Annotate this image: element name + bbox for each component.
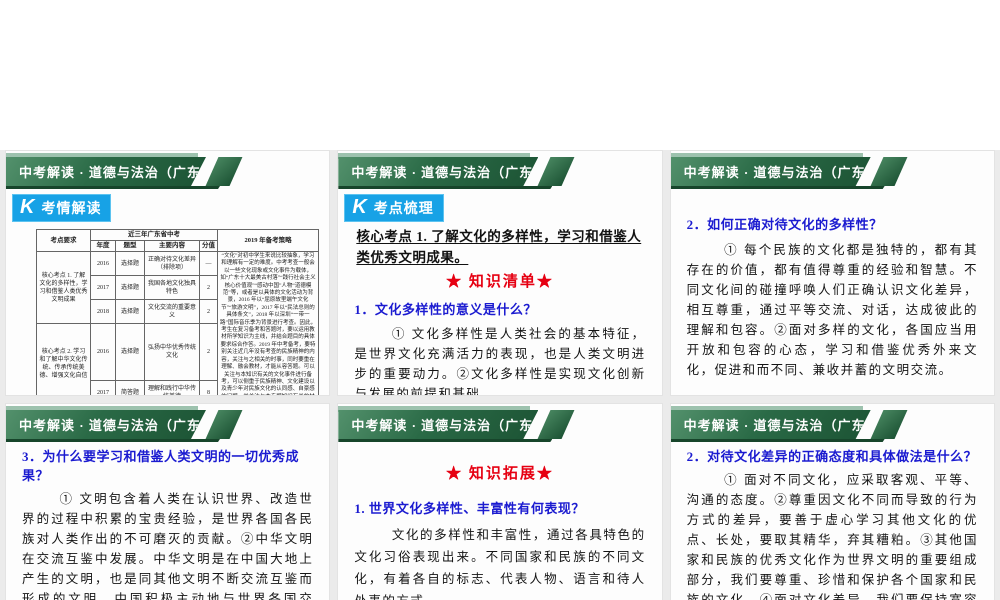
question-title: 2．对待文化差异的正确态度和具体做法是什么？ (686, 449, 978, 464)
banner-shadow (338, 186, 552, 189)
slide-panel-3[interactable]: 中考解读 · 道德与法治（广东专版） 2．如何正确对待文化的多样性？ ① 每个民… (669, 150, 995, 396)
content-cell: 我国各地文化独具特色 (144, 275, 200, 300)
slide-panel-2[interactable]: 中考解读 · 道德与法治（广东专版） K 考点梳理 核心考点 1. 了解文化的多… (337, 150, 663, 396)
year-cell: 2017 (90, 380, 116, 395)
question-body: ① 文化多样性是人类社会的基本特征，是世界文化充满活力的表现，也是人类文明进步的… (354, 327, 646, 396)
slide-panel-1[interactable]: 中考解读 · 道德与法治（广东专版） K 考情解读 考点要求 近三年广东省中考 … (5, 150, 331, 396)
score-cell: — (199, 251, 218, 276)
banner-tail (537, 157, 575, 186)
col-header-score: 分值 (199, 240, 218, 252)
slide-header-banner: 中考解读 · 道德与法治（广东专版） (6, 406, 246, 442)
banner-tail (870, 157, 908, 186)
banner-shadow (338, 439, 552, 442)
question-title: 1．文化多样性的意义是什么？ (354, 302, 537, 317)
banner-shadow (6, 186, 220, 189)
core-point-heading: 核心考点 1. 了解文化的多样性，学习和借鉴人类优秀文明成果。 (356, 229, 642, 265)
group-cell-1: 核心考点 1. 了解文化的多样性，学习和借鉴人类优秀文明成果 (36, 251, 91, 324)
badge-k-letter: K (20, 196, 35, 218)
question-title: 1. 世界文化多样性、丰富性有何表现？ (354, 501, 585, 516)
table-row: 核心考点 1. 了解文化的多样性，学习和借鉴人类优秀文明成果 2016 选择题 … (36, 250, 319, 395)
score-cell: 2 (199, 322, 218, 382)
banner-tail (205, 157, 243, 186)
badge-label: 考情解读 (41, 201, 102, 217)
content-cell: 理解和践行中华传统美德 (144, 380, 200, 395)
banner-tail (870, 410, 908, 439)
content-cell: 弘扬中华优秀传统文化 (144, 322, 200, 382)
score-cell: 2 (199, 299, 218, 324)
year-cell: 2016 (90, 322, 116, 382)
slide-panel-4[interactable]: 中考解读 · 道德与法治（广东专版） 3．为什么要学习和借鉴人类文明的一切优秀成… (5, 403, 331, 600)
type-cell: 简答题 (115, 380, 145, 395)
slide-header-banner: 中考解读 · 道德与法治（广东专版） (670, 153, 911, 189)
col-header-type: 题型 (115, 240, 145, 252)
question-body: ① 面对不同文化，应采取客观、平等、沟通的态度。②尊重因文化不同而导致的行为方式… (686, 473, 978, 600)
col-header-strategy: 2019 年备考策略 (217, 229, 319, 252)
slide-header-banner: 中考解读 · 道德与法治（广东专版） (6, 153, 246, 189)
question-title: 2．如何正确对待文化的多样性？ (686, 217, 883, 232)
slide-grid: 中考解读 · 道德与法治（广东专版） K 考情解读 考点要求 近三年广东省中考 … (0, 150, 1000, 600)
col-header-content: 主要内容 (144, 240, 200, 252)
year-cell: 2018 (90, 299, 116, 324)
col-header-year: 年度 (90, 240, 116, 252)
slide-panel-6[interactable]: 中考解读 · 道德与法治（广东专版） 2．对待文化差异的正确态度和具体做法是什么… (669, 403, 995, 600)
type-cell: 选择题 (115, 251, 145, 276)
year-cell: 2016 (90, 251, 116, 276)
banner-tail (537, 410, 575, 439)
slide-header-banner: 中考解读 · 道德与法治（广东专版） (338, 406, 578, 442)
section-title-extension: ★ 知识拓展★ (446, 466, 554, 482)
exam-history-table: 考点要求 近三年广东省中考 2019 年备考策略 年度 题型 主要内容 分值 核… (36, 229, 319, 395)
slide-header-banner: 中考解读 · 道德与法治（广东专版） (670, 406, 911, 442)
col-header-recent: 近三年广东省中考 (90, 229, 218, 241)
score-cell: 8 (199, 380, 218, 395)
col-header-kaodian: 考点要求 (36, 229, 91, 252)
strategy-cell: “文化”对初中学生来说比较抽象，学习和理解有一定的难度。中考考查一般会以一些文化… (217, 250, 319, 395)
type-cell: 选择题 (115, 275, 145, 300)
slide-panel-5[interactable]: 中考解读 · 道德与法治（广东专版） ★ 知识拓展★ 1. 世界文化多样性、丰富… (337, 403, 663, 600)
section-badge-kaodian-shuli: K 考点梳理 (344, 194, 444, 222)
content-cell: 文化交流的重要意义 (144, 299, 200, 324)
question-body: ① 每个民族的文化都是独特的，都有其存在的价值，都有值得尊重的经验和智慧。不同文… (686, 243, 978, 377)
slide-header-banner: 中考解读 · 道德与法治（广东专版） (338, 153, 578, 189)
question-body: 文化的多样性和丰富性，通过各具特色的文化习俗表现出来。不同国家和民族的不同文化，… (354, 528, 646, 600)
type-cell: 选择题 (115, 322, 145, 382)
year-cell: 2017 (90, 275, 116, 300)
badge-label: 考点梳理 (373, 201, 434, 217)
content-cell: 正确对待文化差异（排除项） (144, 251, 200, 276)
question-title: 3．为什么要学习和借鉴人类文明的一切优秀成果？ (22, 449, 300, 483)
banner-shadow (671, 439, 885, 442)
section-badge-kaoqing: K 考情解读 (12, 194, 112, 222)
question-body: ① 文明包含着人类在认识世界、改造世界的过程中积累的宝贵经验，是世界各国各民族对… (22, 492, 314, 600)
banner-shadow (671, 186, 885, 189)
banner-shadow (6, 439, 220, 442)
badge-k-letter: K (352, 196, 367, 218)
slide-sorter-page: 中考解读 · 道德与法治（广东专版） K 考情解读 考点要求 近三年广东省中考 … (0, 0, 1000, 600)
banner-tail (205, 410, 243, 439)
section-title-checklist: ★ 知识清单★ (446, 274, 554, 290)
type-cell: 选择题 (115, 299, 145, 324)
group-cell-2: 核心考点 2. 学习和了解中华文化传统、传承传统美德、增强文化自信 (36, 322, 91, 395)
score-cell: 2 (199, 275, 218, 300)
